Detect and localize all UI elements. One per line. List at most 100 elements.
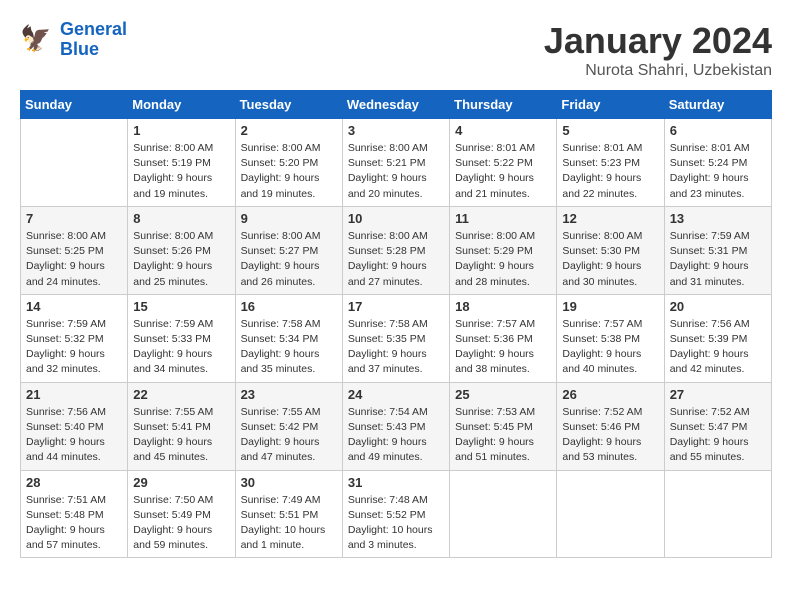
day-number: 4: [455, 123, 551, 138]
weekday-header-tuesday: Tuesday: [235, 91, 342, 119]
calendar-cell: 11 Sunrise: 8:00 AM Sunset: 5:29 PM Dayli…: [450, 206, 557, 294]
day-info: Sunrise: 8:00 AM Sunset: 5:25 PM Dayligh…: [26, 229, 122, 290]
calendar-cell: 28 Sunrise: 7:51 AM Sunset: 5:48 PM Dayli…: [21, 470, 128, 558]
day-info: Sunrise: 8:00 AM Sunset: 5:19 PM Dayligh…: [133, 141, 229, 202]
logo-icon: 🦅: [20, 22, 56, 58]
title-area: January 2024 Nurota Shahri, Uzbekistan: [544, 20, 772, 80]
day-number: 7: [26, 211, 122, 226]
calendar-cell: 21 Sunrise: 7:56 AM Sunset: 5:40 PM Dayli…: [21, 382, 128, 470]
day-info: Sunrise: 8:01 AM Sunset: 5:23 PM Dayligh…: [562, 141, 658, 202]
day-number: 13: [670, 211, 766, 226]
day-number: 20: [670, 299, 766, 314]
calendar-week-row: 28 Sunrise: 7:51 AM Sunset: 5:48 PM Dayli…: [21, 470, 772, 558]
calendar-cell: 20 Sunrise: 7:56 AM Sunset: 5:39 PM Dayli…: [664, 294, 771, 382]
day-number: 1: [133, 123, 229, 138]
calendar-cell: 13 Sunrise: 7:59 AM Sunset: 5:31 PM Dayli…: [664, 206, 771, 294]
calendar-cell: 6 Sunrise: 8:01 AM Sunset: 5:24 PM Daylig…: [664, 119, 771, 207]
calendar-cell: 15Sunrise: 7:59 AM Sunset: 5:33 PM Dayli…: [128, 294, 235, 382]
calendar-cell: 24 Sunrise: 7:54 AM Sunset: 5:43 PM Dayli…: [342, 382, 449, 470]
calendar-cell: 8Sunrise: 8:00 AM Sunset: 5:26 PM Daylig…: [128, 206, 235, 294]
day-info: Sunrise: 8:01 AM Sunset: 5:22 PM Dayligh…: [455, 141, 551, 202]
day-info: Sunrise: 7:51 AM Sunset: 5:48 PM Dayligh…: [26, 493, 122, 554]
day-number: 30: [241, 475, 337, 490]
day-number: 19: [562, 299, 658, 314]
calendar-cell: [557, 470, 664, 558]
day-number: 31: [348, 475, 444, 490]
day-info: Sunrise: 8:01 AM Sunset: 5:24 PM Dayligh…: [670, 141, 766, 202]
day-number: 2: [241, 123, 337, 138]
calendar-cell: [664, 470, 771, 558]
calendar-cell: 26 Sunrise: 7:52 AM Sunset: 5:46 PM Dayli…: [557, 382, 664, 470]
calendar-cell: 4 Sunrise: 8:01 AM Sunset: 5:22 PM Daylig…: [450, 119, 557, 207]
day-info: Sunrise: 7:54 AM Sunset: 5:43 PM Dayligh…: [348, 405, 444, 466]
calendar-cell: 18Sunrise: 7:57 AM Sunset: 5:36 PM Dayli…: [450, 294, 557, 382]
day-info: Sunrise: 8:00 AM Sunset: 5:30 PM Dayligh…: [562, 229, 658, 290]
logo-text: General Blue: [60, 20, 127, 60]
calendar-cell: 14Sunrise: 7:59 AM Sunset: 5:32 PM Dayli…: [21, 294, 128, 382]
calendar-cell: 1 Sunrise: 8:00 AM Sunset: 5:19 PM Daylig…: [128, 119, 235, 207]
day-number: 9: [241, 211, 337, 226]
weekday-header-sunday: Sunday: [21, 91, 128, 119]
location-title: Nurota Shahri, Uzbekistan: [544, 62, 772, 80]
day-info: Sunrise: 7:55 AM Sunset: 5:42 PM Dayligh…: [241, 405, 337, 466]
calendar-cell: 3 Sunrise: 8:00 AM Sunset: 5:21 PM Daylig…: [342, 119, 449, 207]
day-number: 12: [562, 211, 658, 226]
calendar-week-row: 21 Sunrise: 7:56 AM Sunset: 5:40 PM Dayli…: [21, 382, 772, 470]
day-info: Sunrise: 7:59 AM Sunset: 5:31 PM Dayligh…: [670, 229, 766, 290]
day-number: 23: [241, 387, 337, 402]
calendar-table: SundayMondayTuesdayWednesdayThursdayFrid…: [20, 90, 772, 558]
day-info: Sunrise: 7:56 AM Sunset: 5:40 PM Dayligh…: [26, 405, 122, 466]
day-number: 16: [241, 299, 337, 314]
calendar-header: SundayMondayTuesdayWednesdayThursdayFrid…: [21, 91, 772, 119]
day-info: Sunrise: 8:00 AM Sunset: 5:21 PM Dayligh…: [348, 141, 444, 202]
day-number: 27: [670, 387, 766, 402]
calendar-cell: 12 Sunrise: 8:00 AM Sunset: 5:30 PM Dayli…: [557, 206, 664, 294]
day-info: Sunrise: 7:59 AM Sunset: 5:33 PM Dayligh…: [133, 317, 229, 378]
day-number: 3: [348, 123, 444, 138]
day-number: 29: [133, 475, 229, 490]
weekday-header-saturday: Saturday: [664, 91, 771, 119]
day-number: 21: [26, 387, 122, 402]
calendar-cell: 27 Sunrise: 7:52 AM Sunset: 5:47 PM Dayli…: [664, 382, 771, 470]
day-number: 17: [348, 299, 444, 314]
calendar-cell: 17 Sunrise: 7:58 AM Sunset: 5:35 PM Dayli…: [342, 294, 449, 382]
day-info: Sunrise: 7:55 AM Sunset: 5:41 PM Dayligh…: [133, 405, 229, 466]
day-info: Sunrise: 8:00 AM Sunset: 5:29 PM Dayligh…: [455, 229, 551, 290]
calendar-cell: 25Sunrise: 7:53 AM Sunset: 5:45 PM Dayli…: [450, 382, 557, 470]
day-number: 22: [133, 387, 229, 402]
calendar-cell: 19Sunrise: 7:57 AM Sunset: 5:38 PM Dayli…: [557, 294, 664, 382]
calendar-cell: 30 Sunrise: 7:49 AM Sunset: 5:51 PM Dayli…: [235, 470, 342, 558]
weekday-header-wednesday: Wednesday: [342, 91, 449, 119]
day-info: Sunrise: 7:52 AM Sunset: 5:47 PM Dayligh…: [670, 405, 766, 466]
day-number: 28: [26, 475, 122, 490]
calendar-cell: 22 Sunrise: 7:55 AM Sunset: 5:41 PM Dayli…: [128, 382, 235, 470]
calendar-cell: [450, 470, 557, 558]
day-number: 11: [455, 211, 551, 226]
day-info: Sunrise: 7:53 AM Sunset: 5:45 PM Dayligh…: [455, 405, 551, 466]
day-info: Sunrise: 8:00 AM Sunset: 5:20 PM Dayligh…: [241, 141, 337, 202]
calendar-cell: 29Sunrise: 7:50 AM Sunset: 5:49 PM Dayli…: [128, 470, 235, 558]
calendar-cell: 5 Sunrise: 8:01 AM Sunset: 5:23 PM Daylig…: [557, 119, 664, 207]
day-info: Sunrise: 7:52 AM Sunset: 5:46 PM Dayligh…: [562, 405, 658, 466]
day-number: 6: [670, 123, 766, 138]
day-number: 18: [455, 299, 551, 314]
calendar-body: 1 Sunrise: 8:00 AM Sunset: 5:19 PM Daylig…: [21, 119, 772, 558]
day-info: Sunrise: 7:58 AM Sunset: 5:35 PM Dayligh…: [348, 317, 444, 378]
svg-text:🦅: 🦅: [20, 23, 51, 53]
day-info: Sunrise: 8:00 AM Sunset: 5:26 PM Dayligh…: [133, 229, 229, 290]
calendar-week-row: 14Sunrise: 7:59 AM Sunset: 5:32 PM Dayli…: [21, 294, 772, 382]
calendar-cell: [21, 119, 128, 207]
day-info: Sunrise: 8:00 AM Sunset: 5:27 PM Dayligh…: [241, 229, 337, 290]
day-info: Sunrise: 7:56 AM Sunset: 5:39 PM Dayligh…: [670, 317, 766, 378]
weekday-header-friday: Friday: [557, 91, 664, 119]
calendar-cell: 2 Sunrise: 8:00 AM Sunset: 5:20 PM Daylig…: [235, 119, 342, 207]
day-number: 26: [562, 387, 658, 402]
calendar-cell: 16Sunrise: 7:58 AM Sunset: 5:34 PM Dayli…: [235, 294, 342, 382]
day-info: Sunrise: 7:48 AM Sunset: 5:52 PM Dayligh…: [348, 493, 444, 554]
day-number: 5: [562, 123, 658, 138]
calendar-cell: 7 Sunrise: 8:00 AM Sunset: 5:25 PM Daylig…: [21, 206, 128, 294]
weekday-header-monday: Monday: [128, 91, 235, 119]
day-number: 24: [348, 387, 444, 402]
day-info: Sunrise: 7:49 AM Sunset: 5:51 PM Dayligh…: [241, 493, 337, 554]
logo: 🦅 General Blue: [20, 20, 127, 60]
